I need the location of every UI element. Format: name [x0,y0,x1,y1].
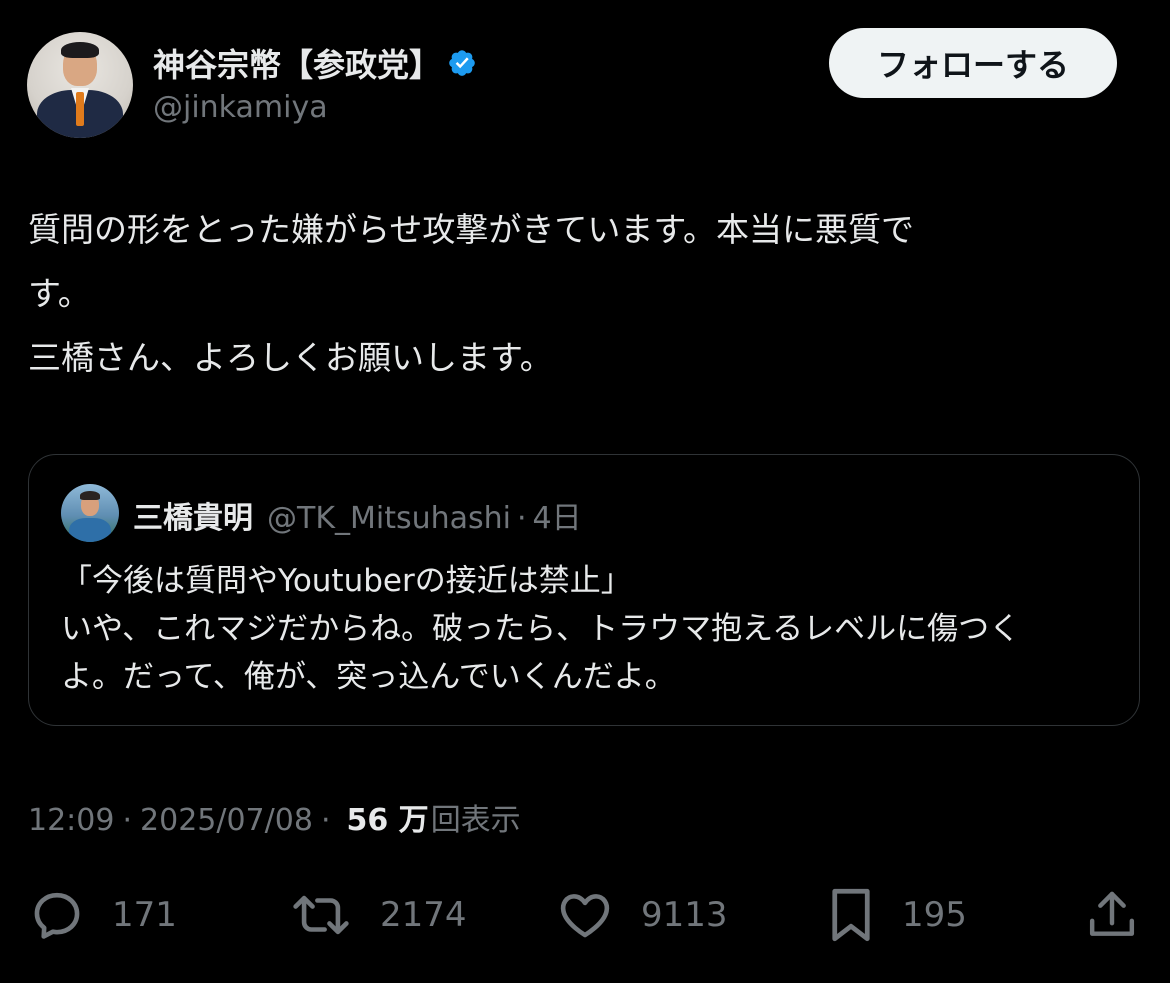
meta-separator: · [320,803,331,838]
tweet-body: 質問の形をとった嫌がらせ攻撃がきています。本当に悪質で す。 三橋さん、よろしく… [28,198,1138,390]
action-bar: 171 2174 9113 195 [0,880,1170,950]
tweet-meta: 12:09 · 2025/07/08 · 56 万 回表示 [28,795,521,839]
quoted-timestamp[interactable]: 4日 [533,493,582,537]
like-button[interactable]: 9113 [555,880,728,950]
quoted-author-name[interactable]: 三橋貴明 [133,493,253,537]
author-handle[interactable]: @jinkamiya [153,90,328,125]
quoted-author-avatar[interactable] [61,484,119,542]
verified-badge-icon [449,50,475,76]
views-count[interactable]: 56 万 [346,795,428,839]
author-display-name[interactable]: 神谷宗幣【参政党】 [153,40,477,86]
tweet-header: 神谷宗幣【参政党】 @jinkamiya フォローする [0,0,1170,150]
repost-button[interactable]: 2174 [288,880,467,950]
views-label: 回表示 [430,803,521,838]
bookmark-button[interactable]: 195 [826,880,967,950]
repost-icon [293,895,349,935]
bookmark-count: 195 [902,895,967,935]
tweet-time[interactable]: 12:09 [28,803,114,838]
tweet-text-line: 三橋さん、よろしくお願いします。 [28,338,553,377]
like-count: 9113 [641,895,728,935]
author-name-text[interactable]: 神谷宗幣【参政党】 [153,40,441,86]
follow-button[interactable]: フォローする [829,28,1117,98]
author-avatar[interactable] [27,32,133,138]
meta-separator: · [122,803,133,838]
repost-count: 2174 [380,895,467,935]
tweet-text-line: す。 [28,274,91,313]
quoted-tweet-body: 「今後は質問やYoutuberの接近は禁止」 いや、これマジだからね。破ったら、… [61,557,1121,701]
tweet-text-line: 質問の形をとった嫌がらせ攻撃がきています。本当に悪質で [28,210,915,249]
share-icon [1089,891,1135,936]
bookmark-icon [832,888,870,942]
share-button[interactable] [1084,880,1140,950]
quoted-text-line: 「今後は質問やYoutuberの接近は禁止」 [61,563,632,599]
heart-icon [560,894,610,938]
quoted-author-handle[interactable]: @TK_Mitsuhashi [267,501,511,536]
quoted-text-line: よ。だって、俺が、突っ込んでいくんだよ。 [61,659,676,695]
tweet-date[interactable]: 2025/07/08 [140,803,313,838]
quoted-text-line: いや、これマジだからね。破ったら、トラウマ抱えるレベルに傷つく [61,611,1021,647]
quoted-separator: · [517,501,527,536]
quoted-tweet[interactable]: 三橋貴明 @TK_Mitsuhashi · 4日 「今後は質問やYoutuber… [28,454,1140,726]
reply-count: 171 [112,895,177,935]
reply-icon [34,892,80,939]
quoted-tweet-header: 三橋貴明 @TK_Mitsuhashi · 4日 [133,493,582,537]
reply-button[interactable]: 171 [28,880,177,950]
